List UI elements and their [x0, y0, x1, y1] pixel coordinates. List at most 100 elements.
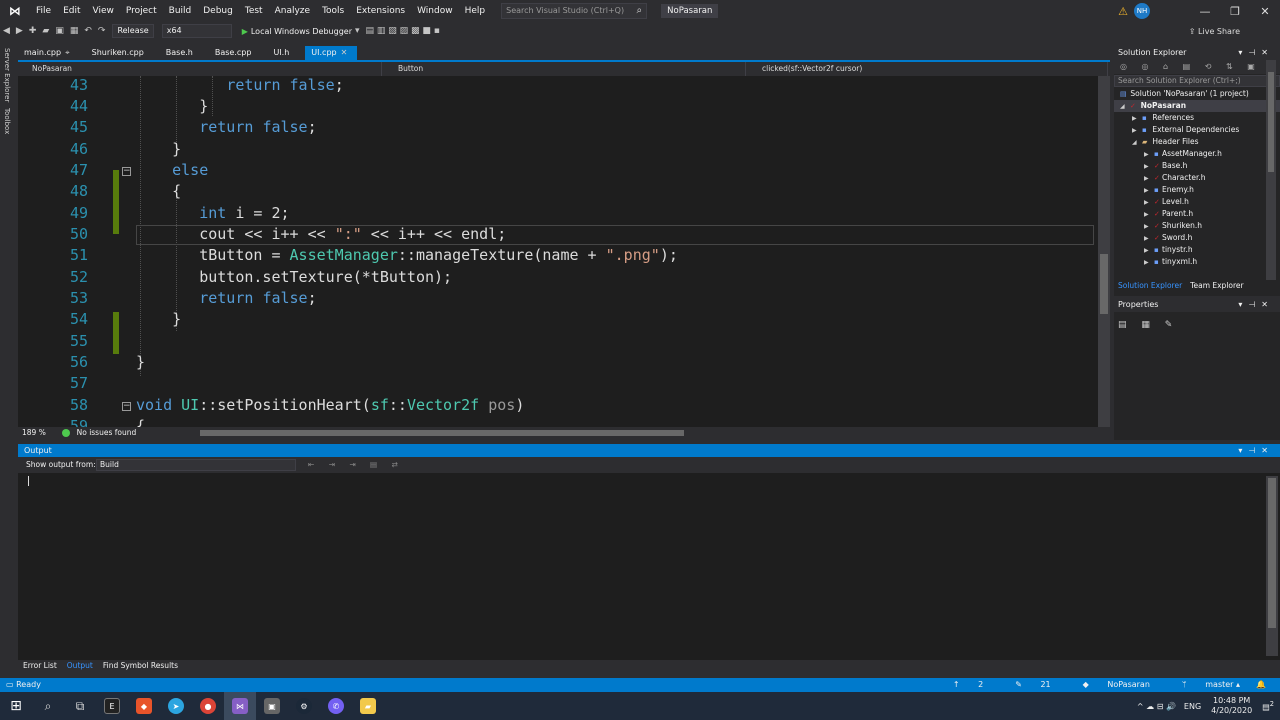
fold-toggle-icon[interactable]: − [122, 167, 131, 176]
open-folder-icon[interactable]: ▰ [42, 26, 49, 36]
code-line[interactable]: return false; [136, 76, 343, 94]
output-toolbar-icon[interactable]: ⇤ ⇥ ⇥ ▤ ⇄ [308, 457, 404, 473]
undo-icon[interactable]: ↶ [84, 26, 92, 36]
repo-indicator[interactable]: ◆ NoPasaran [1067, 678, 1150, 692]
tab-team-explorer[interactable]: Team Explorer [1186, 280, 1247, 292]
member-dropdown[interactable]: clicked(sf::Vector2f cursor) [748, 62, 1108, 76]
issues-status[interactable]: No issues found [77, 428, 137, 437]
tab-base-cpp[interactable]: Base.cpp [209, 46, 262, 60]
tab-base-h[interactable]: Base.h [160, 46, 203, 60]
system-tray-icons[interactable]: ^ ☁ ⊟ 🔊 [1137, 702, 1176, 711]
pane-controls-icon[interactable]: ▾⊣✕ [1238, 298, 1274, 312]
close-tab-icon[interactable]: ✕ [341, 48, 348, 57]
pending-edits[interactable]: ✎ 21 [999, 678, 1050, 692]
tree-solution[interactable]: ▤ Solution 'NoPasaran' (1 project) [1114, 88, 1280, 100]
code-line[interactable]: } [136, 97, 208, 115]
start-debug-icon[interactable]: ▶ [242, 27, 248, 36]
branch-indicator[interactable]: ᛘ master ▴ [1166, 678, 1240, 692]
output-source-select[interactable]: Build [96, 459, 296, 471]
input-language[interactable]: ENG [1184, 702, 1201, 711]
tab-find-symbol-results[interactable]: Find Symbol Results [98, 660, 183, 672]
code-line[interactable] [136, 374, 145, 392]
code-line[interactable]: { [136, 417, 145, 427]
visual-studio-taskbar-icon[interactable]: ⋈ [224, 692, 256, 720]
tree-file[interactable]: ▶ ✓ Parent.h [1114, 208, 1280, 220]
code-line[interactable]: } [136, 310, 181, 328]
zoom-level[interactable]: 189 % [22, 428, 46, 437]
menu-edit[interactable]: Edit [57, 0, 86, 22]
code-line[interactable]: else [136, 161, 208, 179]
code-line[interactable]: int i = 2; [136, 204, 289, 222]
configuration-select[interactable]: Release [112, 24, 154, 38]
tab-output[interactable]: Output [62, 660, 98, 672]
save-icon[interactable]: ▣ [55, 26, 64, 36]
menu-extensions[interactable]: Extensions [350, 0, 411, 22]
menu-debug[interactable]: Debug [197, 0, 239, 22]
visual-studio-logo-icon[interactable]: ⋈ [6, 2, 24, 20]
solution-search-input[interactable]: Search Solution Explorer (Ctrl+;) ⌕ [1114, 75, 1280, 87]
action-center-icon[interactable]: ▤2 [1262, 700, 1274, 712]
tree-external[interactable]: ▶ ▪ External Dependencies [1114, 124, 1280, 136]
scope-dropdown[interactable]: Button [384, 62, 746, 76]
file-explorer-icon[interactable]: ▰ [352, 692, 384, 720]
viber-icon[interactable]: ✆ [320, 692, 352, 720]
code-line[interactable]: return false; [136, 118, 316, 136]
redo-icon[interactable]: ↷ [98, 26, 106, 36]
tree-header-files[interactable]: ◢ ▰ Header Files [1114, 136, 1280, 148]
menu-help[interactable]: Help [459, 0, 492, 22]
code-line[interactable]: { [136, 182, 181, 200]
pin-icon[interactable]: ⌖ [65, 48, 70, 57]
search-icon[interactable]: ⌕ [32, 692, 64, 720]
project-dropdown[interactable]: NoPasaran [18, 62, 382, 76]
solution-scroll-thumb[interactable] [1268, 72, 1274, 172]
search-input[interactable]: Search Visual Studio (Ctrl+Q) ⌕ [501, 3, 648, 19]
forward-icon[interactable]: ▶ [16, 26, 23, 36]
editor-horizontal-scrollbar[interactable] [200, 430, 684, 436]
pane-controls-icon[interactable]: ▾⊣✕ [1238, 444, 1274, 457]
code-line[interactable]: } [136, 140, 181, 158]
fold-toggle-icon[interactable]: − [122, 402, 131, 411]
code-line[interactable]: tButton = AssetManager::manageTexture(na… [136, 246, 678, 264]
tab-error-list[interactable]: Error List [18, 660, 62, 672]
clock[interactable]: 10:48 PM 4/20/2020 [1211, 696, 1252, 716]
editor-vertical-scrollbar[interactable] [1098, 76, 1110, 427]
restore-icon[interactable]: ❐ [1220, 5, 1250, 18]
tree-file[interactable]: ▶ ✓ Sword.h [1114, 232, 1280, 244]
code-line[interactable]: return false; [136, 289, 316, 307]
app-icon[interactable]: ▣ [256, 692, 288, 720]
tree-file[interactable]: ▶ ✓ Base.h [1114, 160, 1280, 172]
task-view-icon[interactable]: ⧉ [64, 692, 96, 720]
close-icon[interactable]: ✕ [1250, 5, 1280, 18]
tree-file[interactable]: ▶ ✓ Level.h [1114, 196, 1280, 208]
properties-toolbar-icon[interactable]: ▤ ▦ ✎ [1118, 320, 1280, 330]
menu-tools[interactable]: Tools [316, 0, 350, 22]
telegram-icon[interactable]: ➤ [160, 692, 192, 720]
new-item-icon[interactable]: ✚ [29, 26, 37, 36]
pane-controls-icon[interactable]: ▾⊣✕ [1238, 46, 1274, 60]
menu-file[interactable]: File [30, 0, 57, 22]
tree-file[interactable]: ▶ ▪ Enemy.h [1114, 184, 1280, 196]
editor-scroll-thumb[interactable] [1100, 254, 1108, 314]
tree-file[interactable]: ▶ ✓ Character.h [1114, 172, 1280, 184]
menu-view[interactable]: View [87, 0, 120, 22]
code-line[interactable]: void UI::setPositionHeart(sf::Vector2f p… [136, 396, 524, 414]
toolbar-misc-icon[interactable]: ▤ ▥ ▧ ▨ ▩ ■ ▪ [366, 26, 440, 36]
tree-file[interactable]: ▶ ▪ tinystr.h [1114, 244, 1280, 256]
epic-games-icon[interactable]: E [96, 692, 128, 720]
chevron-down-icon[interactable]: ▾ [355, 26, 360, 36]
menu-analyze[interactable]: Analyze [269, 0, 316, 22]
code-editor[interactable]: − − 43 44 45 46 47 48 49 50 51 52 53 54 … [18, 76, 1098, 427]
minimize-icon[interactable]: — [1190, 5, 1220, 18]
notification-warning-icon[interactable]: ⚠ [1118, 5, 1128, 18]
code-line[interactable]: cout << i++ << ":" << i++ << endl; [136, 225, 506, 243]
toolbox-tab[interactable]: Toolbox [3, 108, 11, 134]
avatar[interactable]: NH [1134, 3, 1150, 19]
chrome-icon[interactable]: ● [192, 692, 224, 720]
brave-icon[interactable]: ◆ [128, 692, 160, 720]
menu-build[interactable]: Build [163, 0, 198, 22]
live-share-button[interactable]: ⇪ Live Share [1189, 27, 1240, 36]
server-explorer-tab[interactable]: Server Explorer [3, 48, 11, 102]
start-debug-button[interactable]: Local Windows Debugger [251, 27, 352, 36]
code-line[interactable]: } [136, 353, 145, 371]
output-scroll-thumb[interactable] [1268, 478, 1276, 628]
